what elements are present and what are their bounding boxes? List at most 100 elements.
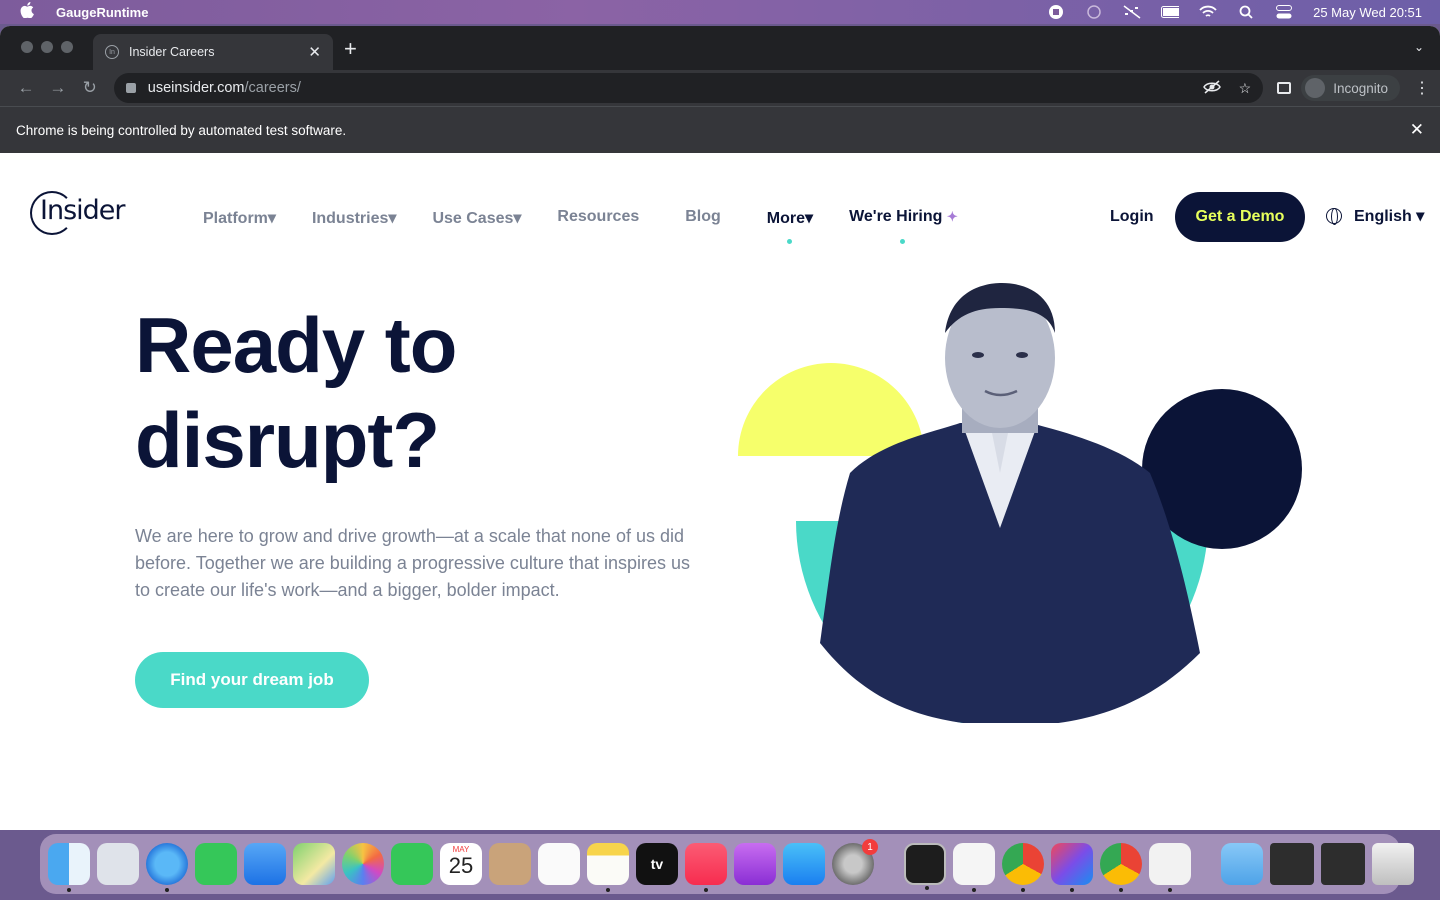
back-button[interactable]: ←: [10, 78, 42, 98]
side-panel-icon[interactable]: [1277, 82, 1292, 94]
minimized-window-thumbnail-2[interactable]: [1321, 843, 1365, 885]
person-photo: [820, 283, 1200, 723]
eye-off-icon[interactable]: [1202, 79, 1221, 97]
record-icon[interactable]: [1047, 4, 1065, 20]
running-indicator: [165, 888, 169, 892]
network-off-icon[interactable]: [1123, 4, 1141, 20]
new-tab-button[interactable]: +: [344, 38, 357, 60]
nav-hiring-dot: [900, 239, 906, 244]
notification-badge: 1: [862, 839, 878, 855]
terminal-icon[interactable]: [904, 843, 946, 890]
intellij-idea-icon[interactable]: [1051, 843, 1093, 892]
finder-icon[interactable]: [48, 843, 90, 892]
active-app-name[interactable]: GaugeRuntime: [56, 5, 148, 20]
notes-icon[interactable]: [587, 843, 629, 892]
maps-icon[interactable]: [293, 843, 335, 885]
running-indicator: [704, 888, 708, 892]
infobar-text: Chrome is being controlled by automated …: [16, 122, 347, 138]
chrome-menu-icon[interactable]: ⋮: [1414, 78, 1430, 98]
podcasts-icon[interactable]: [734, 843, 776, 885]
web-page: Insider Platform▾ Industries▾ Use Cases▾…: [0, 153, 1440, 830]
insider-favicon-icon: In: [105, 45, 119, 59]
wifi-icon[interactable]: [1199, 4, 1217, 20]
tab-strip: In Insider Careers ✕ + ⌄: [0, 26, 1440, 70]
infobar-close-icon[interactable]: ✕: [1410, 120, 1424, 140]
downloads-folder-icon[interactable]: [1221, 843, 1263, 885]
java-icon[interactable]: [1149, 843, 1191, 892]
forward-button[interactable]: →: [42, 78, 74, 98]
lock-icon[interactable]: [125, 83, 136, 93]
insider-logo[interactable]: Insider: [30, 191, 125, 235]
nav-platform[interactable]: Platform▾: [203, 208, 276, 228]
nav-blog[interactable]: Blog: [685, 208, 721, 228]
trash-icon[interactable]: [1372, 843, 1414, 885]
browser-tab-active[interactable]: In Insider Careers ✕: [93, 34, 333, 70]
minimize-window-button[interactable]: [41, 41, 53, 53]
battery-icon[interactable]: [1161, 4, 1180, 20]
nav-resources[interactable]: Resources: [557, 208, 639, 228]
tv-label: tv: [650, 856, 664, 872]
nav-use-cases[interactable]: Use Cases▾: [432, 208, 521, 228]
tab-close-icon[interactable]: ✕: [308, 43, 321, 61]
find-dream-job-button[interactable]: Find your dream job: [135, 652, 369, 708]
incognito-indicator[interactable]: Incognito: [1301, 75, 1400, 101]
macos-dock: MAY 25 tv 1: [40, 834, 1414, 894]
spotlight-search-icon[interactable]: [1237, 4, 1255, 20]
running-indicator: [972, 888, 976, 892]
safari-icon[interactable]: [146, 843, 188, 892]
url-host: useinsider.com: [147, 80, 245, 96]
launchpad-icon[interactable]: [97, 843, 139, 885]
nav-hiring[interactable]: We're Hiring ✦: [849, 208, 958, 244]
login-link[interactable]: Login: [1110, 208, 1154, 226]
tab-search-chevron-icon[interactable]: ⌄: [1414, 40, 1424, 54]
hero-illustration: [738, 283, 1302, 723]
menubar-clock[interactable]: 25 May Wed 20:51: [1313, 5, 1422, 20]
automation-infobar: Chrome is being controlled by automated …: [0, 106, 1440, 153]
hero-description: We are here to grow and drive growth—at …: [135, 526, 690, 600]
running-indicator: [67, 888, 71, 892]
tab-title: Insider Careers: [129, 45, 215, 59]
nav-more-label: More▾: [766, 210, 814, 227]
running-indicator: [1119, 888, 1123, 892]
incognito-icon: [1305, 78, 1326, 98]
running-indicator: [1070, 888, 1074, 892]
contacts-icon[interactable]: [489, 843, 531, 885]
unicorn-icon: ✦: [946, 209, 958, 224]
mail-icon[interactable]: [244, 843, 286, 885]
running-indicator: [1168, 888, 1172, 892]
language-label: English ▾: [1354, 208, 1425, 225]
chrome-icon[interactable]: [1002, 843, 1044, 892]
chrome-icon-2[interactable]: [1100, 843, 1142, 892]
system-preferences-icon[interactable]: 1: [832, 839, 878, 885]
maximize-window-button[interactable]: [61, 41, 73, 53]
app-store-icon[interactable]: [783, 843, 825, 885]
apple-tv-icon[interactable]: tv: [636, 843, 678, 885]
macos-menu-bar: GaugeRuntime 25 May Wed 20:51: [0, 0, 1440, 24]
textedit-icon[interactable]: [953, 843, 995, 892]
apple-icon[interactable]: [20, 1, 38, 23]
control-center-icon[interactable]: [1275, 4, 1293, 20]
yellow-half-circle: [738, 363, 924, 456]
focus-moon-icon[interactable]: [1085, 4, 1103, 20]
get-a-demo-button[interactable]: Get a Demo: [1175, 192, 1305, 242]
reload-button[interactable]: ↻: [74, 78, 106, 98]
photos-icon[interactable]: [342, 843, 384, 885]
close-window-button[interactable]: [21, 41, 33, 53]
reminders-icon[interactable]: [538, 843, 580, 885]
music-icon[interactable]: [685, 843, 727, 892]
nav-industries[interactable]: Industries▾: [312, 208, 397, 228]
incognito-label: Incognito: [1333, 80, 1388, 96]
running-indicator: [1021, 888, 1025, 892]
bookmark-star-icon[interactable]: ☆: [1239, 80, 1252, 97]
browser-toolbar: ← → ↻ useinsider.com/careers/ ☆ Incognit…: [0, 70, 1440, 106]
address-bar[interactable]: useinsider.com/careers/ ☆: [113, 73, 1264, 103]
browser-window: In Insider Careers ✕ + ⌄ ← → ↻ useinside…: [0, 26, 1440, 830]
calendar-icon[interactable]: MAY 25: [440, 843, 482, 885]
facetime-icon[interactable]: [391, 843, 433, 885]
minimized-window-thumbnail[interactable]: [1270, 843, 1314, 885]
nav-more[interactable]: More▾: [766, 208, 814, 244]
window-controls: [21, 41, 73, 53]
language-selector[interactable]: English ▾: [1326, 206, 1424, 226]
messages-icon[interactable]: [195, 843, 237, 885]
running-indicator: [925, 886, 929, 890]
